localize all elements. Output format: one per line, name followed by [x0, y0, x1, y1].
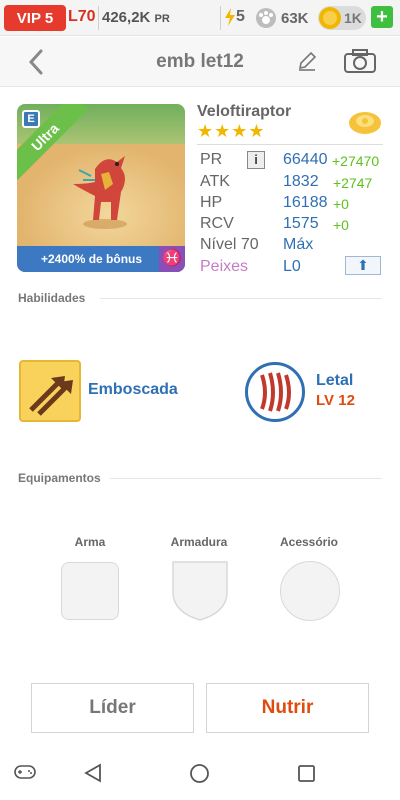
stat-inc-hp: +0 [333, 196, 349, 212]
gold-coin-icon [319, 7, 341, 29]
stat-label-pr: PR [200, 151, 223, 168]
stat-value-atk: 1832 [283, 173, 319, 190]
lightning-icon [225, 8, 235, 26]
camera-icon[interactable] [343, 48, 377, 74]
divider [110, 478, 382, 479]
stat-label-atk: ATK [200, 173, 230, 190]
armor-slot[interactable] [171, 560, 229, 622]
weapon-label: Arma [74, 535, 106, 549]
nav-recents-icon[interactable] [297, 764, 316, 783]
divider [220, 6, 221, 30]
food-counter[interactable]: 63K [255, 7, 309, 29]
add-currency-button[interactable]: + [371, 6, 393, 28]
vip-badge[interactable]: VIP 5 [4, 5, 66, 31]
gamepad-icon[interactable] [14, 764, 36, 780]
status-bar: VIP 5 L70 426,2K PR 5 63K 1K + [0, 0, 400, 36]
arrows-icon [29, 376, 73, 416]
cloud-egg-icon[interactable] [347, 106, 383, 136]
page-title: emb let12 [156, 51, 244, 72]
power-value: 426,2K PR [102, 9, 170, 26]
gold-counter[interactable]: 1K [318, 6, 366, 30]
stat-inc-pr: +27470 [332, 153, 380, 169]
nav-home-icon[interactable] [189, 763, 210, 784]
lethal-skill-icon[interactable] [245, 362, 305, 422]
stat-label-hp: HP [200, 194, 223, 211]
paw-icon [256, 8, 276, 28]
gold-value: 1K [344, 10, 362, 26]
leader-button[interactable]: Líder [31, 683, 194, 733]
food-value: 63K [281, 9, 309, 27]
divider [197, 144, 383, 145]
skill-name-ambush: Emboscada [88, 381, 178, 398]
upgrade-arrow-button[interactable]: ⬆ [345, 256, 381, 275]
nav-back-icon[interactable] [84, 763, 102, 783]
skills-section-title: Habilidades [18, 291, 86, 305]
dino-portrait [73, 156, 127, 229]
element-icon: E [22, 110, 40, 128]
stat-value-pr: 66440 [283, 151, 328, 168]
level-label: Nível 70 [200, 236, 259, 253]
skill-level: LV 12 [316, 392, 355, 409]
weapon-slot[interactable] [61, 562, 119, 620]
ambush-skill-icon[interactable] [19, 360, 81, 422]
stat-inc-rcv: +0 [333, 217, 349, 233]
divider [98, 6, 99, 30]
skill-name-lethal: Letal [316, 372, 354, 389]
info-button[interactable]: i [247, 151, 265, 169]
power-unit: PR [154, 13, 170, 25]
claw-marks-icon [260, 372, 291, 412]
accessory-label: Acessório [279, 535, 339, 549]
system-nav-bar [0, 745, 400, 800]
equipment-section-title: Equipamentos [18, 471, 101, 485]
stat-value-hp: 16188 [283, 194, 328, 211]
level-value: Máx [283, 236, 314, 253]
accessory-slot[interactable] [280, 561, 340, 621]
dino-card[interactable]: Ultra E +2400% de bônus ♓ [17, 104, 185, 272]
page-header: emb let12 [0, 37, 400, 87]
stat-label-rcv: RCV [200, 215, 234, 232]
star-rating: ★★★★ [197, 121, 266, 141]
edit-pencil-icon[interactable] [296, 50, 318, 72]
divider [100, 298, 382, 299]
player-level: L70 [68, 8, 96, 25]
power-number: 426,2K [102, 9, 151, 26]
armor-label: Armadura [170, 535, 228, 549]
fish-label: Peixes [200, 258, 249, 275]
energy-counter[interactable]: 5 [224, 8, 245, 26]
dino-name: Veloftiraptor [197, 103, 292, 120]
stat-value-rcv: 1575 [283, 215, 319, 232]
pisces-icon: ♓ [159, 246, 185, 272]
stat-inc-atk: +2747 [333, 175, 373, 191]
energy-value: 5 [236, 8, 245, 25]
fish-value: L0 [283, 258, 301, 275]
feed-button[interactable]: Nutrir [206, 683, 369, 733]
